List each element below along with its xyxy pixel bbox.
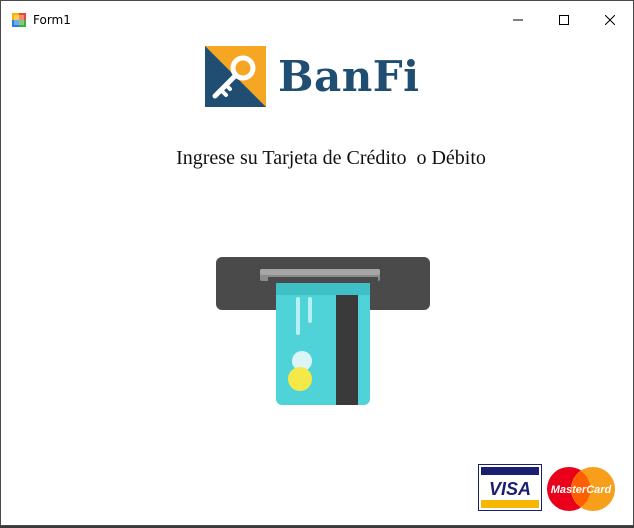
visa-text: VISA <box>489 479 531 499</box>
brand-name: BanFi <box>278 52 420 101</box>
form-body: BanFi Ingrese su Tarjeta de Crédito o Dé… <box>1 39 633 525</box>
close-button[interactable] <box>587 1 633 39</box>
card-insert-illustration <box>208 249 434 429</box>
mastercard-logo: MasterCard <box>547 464 615 514</box>
minimize-icon <box>513 19 523 21</box>
visa-logo: VISA <box>477 463 543 512</box>
brand-logo <box>205 46 266 107</box>
minimize-button[interactable] <box>495 1 541 39</box>
app-window: Form1 BanFi Ingrese su Tarjeta de Crédit… <box>0 0 634 526</box>
mastercard-text: MasterCard <box>551 484 612 496</box>
form-app-icon <box>12 13 26 27</box>
close-icon <box>605 15 615 25</box>
key-icon <box>205 46 266 107</box>
title-bar[interactable]: Form1 <box>1 1 633 39</box>
maximize-button[interactable] <box>541 1 587 39</box>
window-title: Form1 <box>33 13 71 27</box>
insert-card-prompt: Ingrese su Tarjeta de Crédito o Débito <box>176 147 486 169</box>
maximize-icon <box>559 15 569 25</box>
card-insert-icon <box>208 249 434 429</box>
